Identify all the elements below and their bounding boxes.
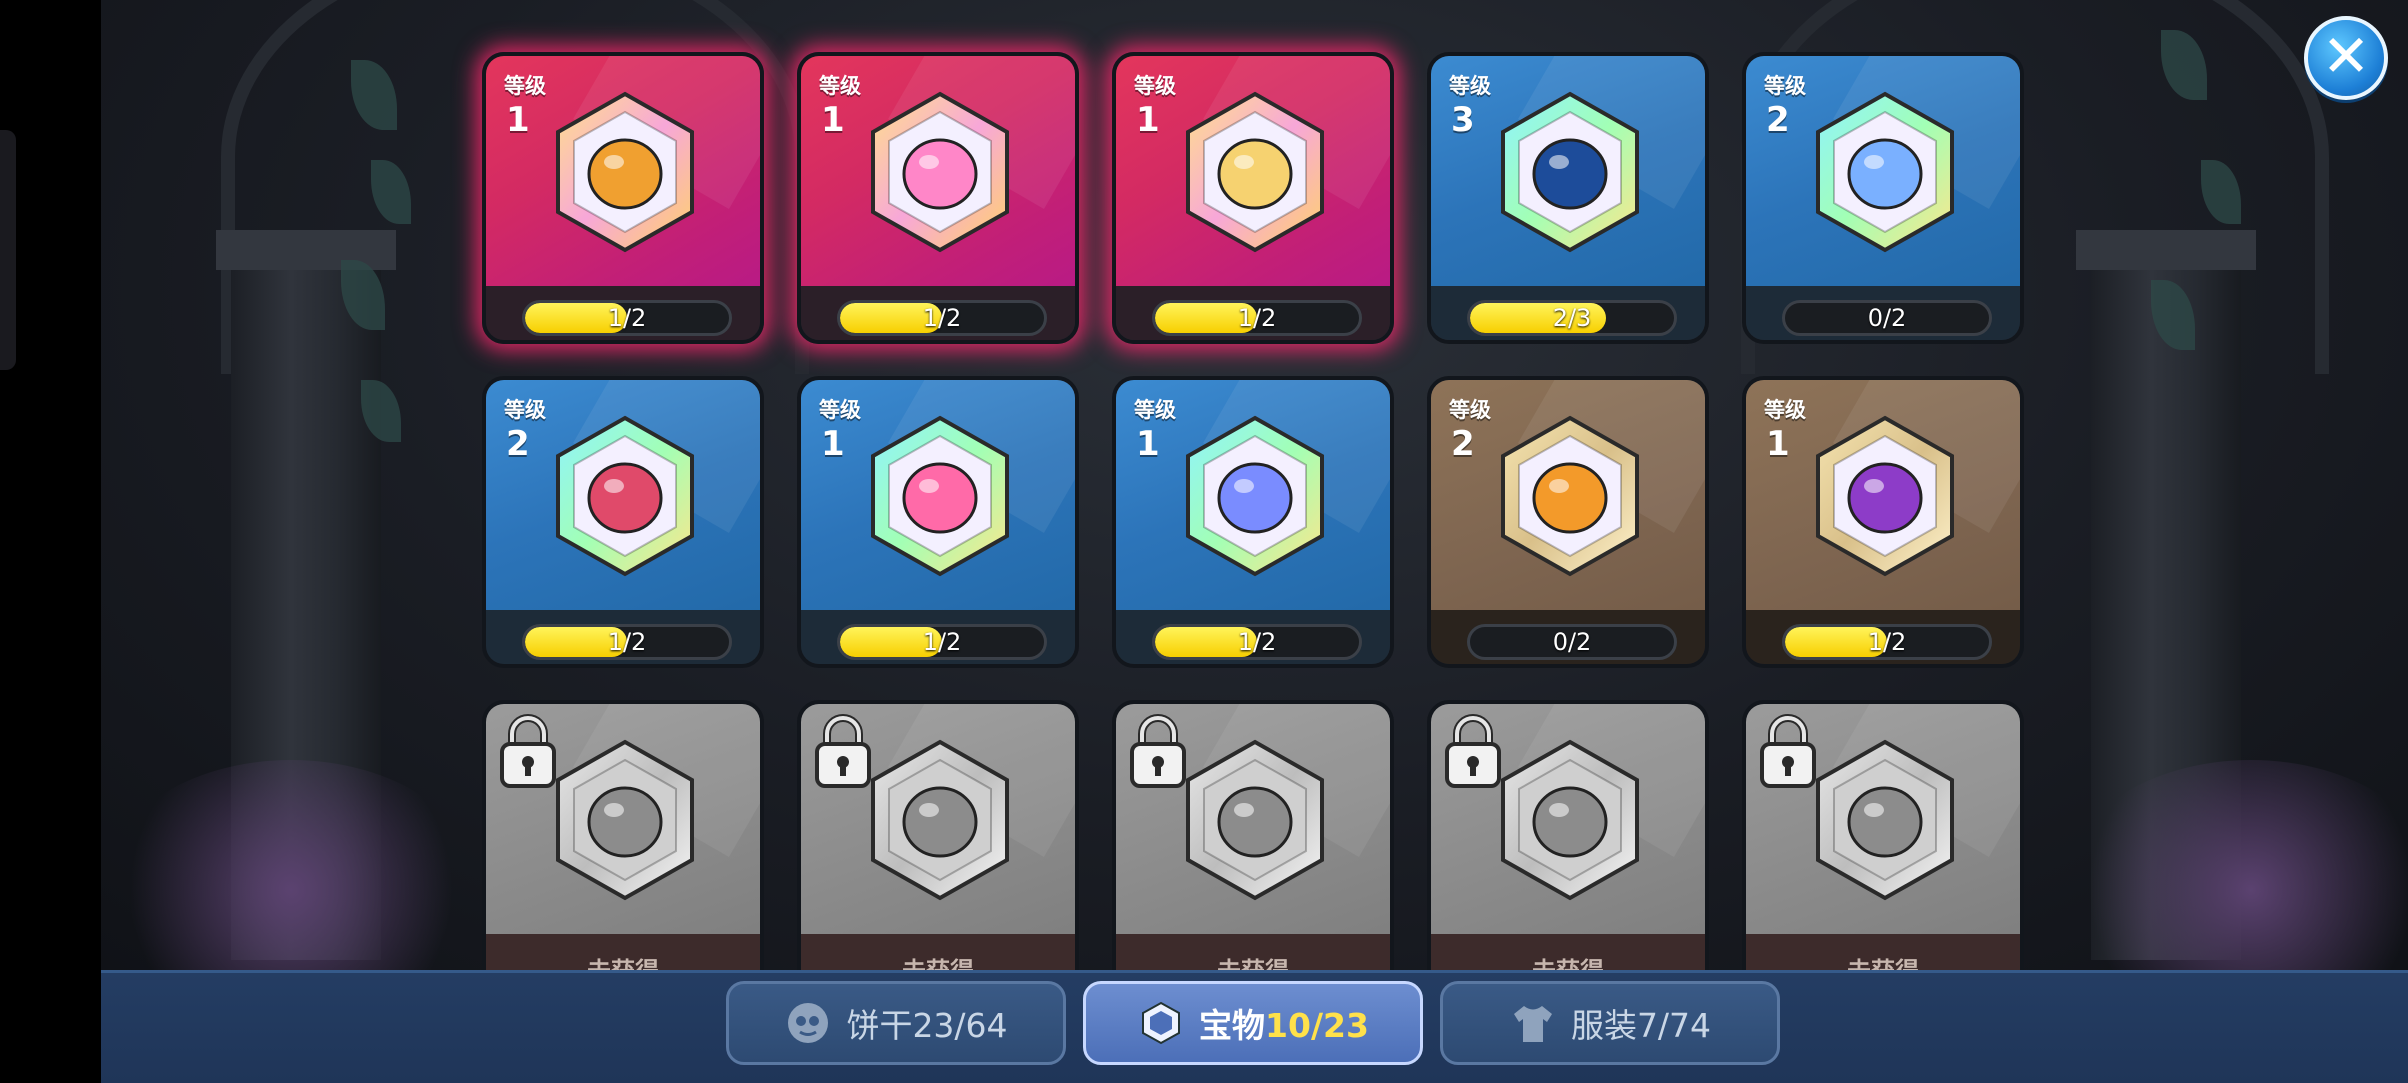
- treasure-card-locked[interactable]: 未获得: [482, 700, 764, 992]
- golden-wreath-treasure-icon: [1182, 90, 1328, 254]
- treasure-card-locked[interactable]: 未获得: [1427, 700, 1709, 992]
- level-label: 等级: [1764, 74, 1806, 98]
- progress-text: 1/2: [1867, 628, 1907, 656]
- level-number: 1: [821, 100, 845, 140]
- level-number: 3: [1451, 100, 1475, 140]
- progress-text: 1/2: [1237, 304, 1277, 332]
- level-label: 等级: [504, 398, 546, 422]
- purple-mist: [101, 760, 481, 970]
- lock-icon: [1441, 712, 1505, 792]
- progress-bar: 1/2: [1152, 300, 1362, 336]
- level-number: 1: [821, 424, 845, 464]
- lock-icon: [496, 712, 560, 792]
- locked-mummy-treasure-icon: [1497, 738, 1643, 902]
- close-button[interactable]: ✕: [2304, 16, 2388, 100]
- treasure-card[interactable]: 等级 1 1/2: [1742, 376, 2024, 668]
- locked-stone-treasure-icon: [1812, 738, 1958, 902]
- lock-icon: [1126, 712, 1190, 792]
- progress-bar: 2/3: [1467, 300, 1677, 336]
- treasure-card[interactable]: 等级 1 1/2: [1112, 52, 1394, 344]
- progress-text: 1/2: [607, 628, 647, 656]
- locked-bomb-treasure-icon: [552, 738, 698, 902]
- burning-scroll-treasure-icon: [552, 414, 698, 578]
- level-label: 等级: [819, 398, 861, 422]
- level-label: 等级: [1449, 398, 1491, 422]
- lock-icon: [1756, 712, 1820, 792]
- level-label: 等级: [1449, 74, 1491, 98]
- tab-costumes[interactable]: 服装7/74: [1440, 981, 1780, 1065]
- close-icon: ✕: [2321, 22, 2371, 90]
- level-label: 等级: [819, 74, 861, 98]
- progress-bar: 1/2: [1782, 624, 1992, 660]
- progress-text: 1/2: [607, 304, 647, 332]
- cat-candy-treasure-icon: [867, 90, 1013, 254]
- locked-swan-treasure-icon: [867, 738, 1013, 902]
- tab-treasures[interactable]: 宝物10/23: [1083, 981, 1423, 1065]
- treasure-card-locked[interactable]: 未获得: [797, 700, 1079, 992]
- costume-shirt-icon: [1509, 999, 1557, 1047]
- level-number: 1: [1136, 424, 1160, 464]
- treasure-card[interactable]: 等级 3 2/3: [1427, 52, 1709, 344]
- tab-label: 服装: [1570, 1006, 1637, 1045]
- screen-notch: [0, 130, 16, 370]
- progress-text: 0/2: [1867, 304, 1907, 332]
- progress-text: 1/2: [922, 628, 962, 656]
- progress-bar: 1/2: [522, 300, 732, 336]
- treasure-card-locked[interactable]: 未获得: [1742, 700, 2024, 992]
- progress-text: 0/2: [1552, 628, 1592, 656]
- treasure-hexagon-icon: [1137, 999, 1185, 1047]
- progress-bar: 1/2: [1152, 624, 1362, 660]
- level-label: 等级: [1764, 398, 1806, 422]
- bottom-tab-bar: 饼干23/64 宝物10/23 服装7/74: [101, 970, 2408, 1083]
- pink-bow-treasure-icon: [867, 414, 1013, 578]
- treasure-card[interactable]: 等级 1 1/2: [1112, 376, 1394, 668]
- bone-scythe-treasure-icon: [1812, 90, 1958, 254]
- tab-label: 宝物: [1199, 1006, 1266, 1045]
- progress-text: 1/2: [922, 304, 962, 332]
- level-label: 等级: [1134, 398, 1176, 422]
- pillar-cap: [2076, 230, 2256, 270]
- level-number: 1: [506, 100, 530, 140]
- tab-count: 10/23: [1265, 1006, 1369, 1045]
- level-label: 等级: [1134, 74, 1176, 98]
- spiked-shell-treasure-icon: [1497, 90, 1643, 254]
- tab-count: 23/64: [912, 1006, 1008, 1045]
- treasure-card[interactable]: 等级 2 0/2: [1742, 52, 2024, 344]
- treasure-card[interactable]: 等级 2 0/2: [1427, 376, 1709, 668]
- cookie-icon: [784, 999, 832, 1047]
- treasure-card[interactable]: 等级 1 1/2: [482, 52, 764, 344]
- locked-cloud-treasure-icon: [1182, 738, 1328, 902]
- coin-pouch-treasure-icon: [1497, 414, 1643, 578]
- level-number: 2: [506, 424, 530, 464]
- level-number: 2: [1451, 424, 1475, 464]
- level-number: 1: [1766, 424, 1790, 464]
- treasure-card[interactable]: 等级 1 1/2: [797, 52, 1079, 344]
- level-label: 等级: [504, 74, 546, 98]
- progress-bar: 0/2: [1467, 624, 1677, 660]
- level-number: 2: [1766, 100, 1790, 140]
- tab-cookies[interactable]: 饼干23/64: [726, 981, 1066, 1065]
- treasure-card-locked[interactable]: 未获得: [1112, 700, 1394, 992]
- progress-text: 2/3: [1552, 304, 1592, 332]
- progress-bar: 0/2: [1782, 300, 1992, 336]
- progress-text: 1/2: [1237, 628, 1277, 656]
- tab-label: 饼干: [846, 1006, 913, 1045]
- flame-crown-treasure-icon: [552, 90, 698, 254]
- level-number: 1: [1136, 100, 1160, 140]
- progress-bar: 1/2: [522, 624, 732, 660]
- pillar-cap: [216, 230, 396, 270]
- tab-count: 7/74: [1636, 1006, 1712, 1045]
- progress-bar: 1/2: [837, 624, 1047, 660]
- swirl-ghost-treasure-icon: [1182, 414, 1328, 578]
- treasure-card[interactable]: 等级 1 1/2: [797, 376, 1079, 668]
- treasure-card[interactable]: 等级 2 1/2: [482, 376, 764, 668]
- lock-icon: [811, 712, 875, 792]
- progress-bar: 1/2: [837, 300, 1047, 336]
- purple-feather-treasure-icon: [1812, 414, 1958, 578]
